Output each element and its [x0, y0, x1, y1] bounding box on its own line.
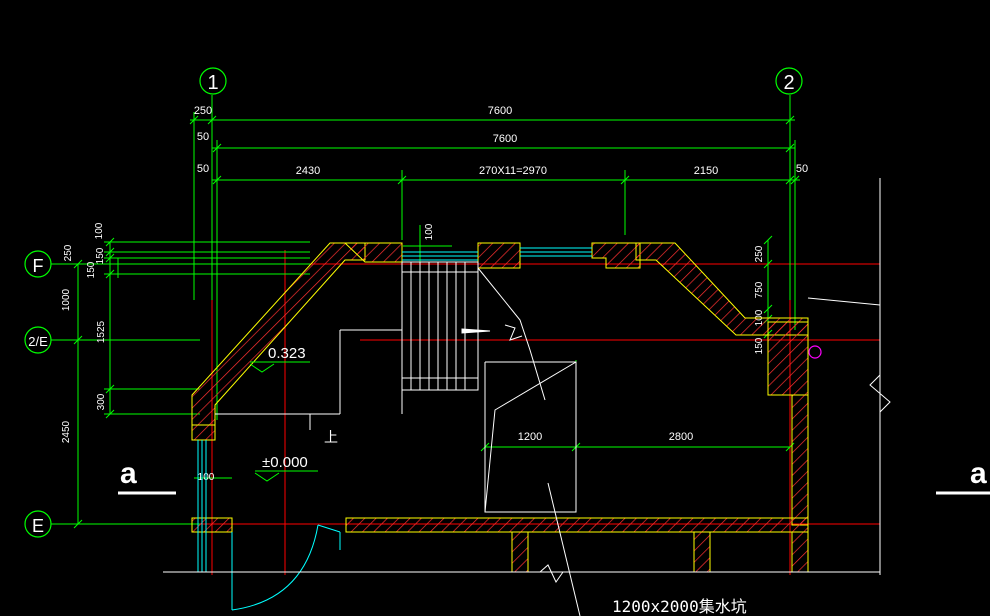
dim-r-750: 750	[754, 281, 765, 298]
axis-bubble-E: E	[24, 510, 52, 538]
dim-v-150b: 150	[86, 261, 97, 278]
svg-text:0.323: 0.323	[268, 345, 306, 362]
svg-text:F: F	[33, 256, 44, 276]
axis-lines	[60, 150, 880, 575]
dim-stair-run: 270X11=2970	[479, 165, 547, 177]
dim-v-1525: 1525	[96, 320, 107, 343]
elevation-marker-lower: ±0.000	[254, 454, 318, 482]
dim-v-300: 300	[96, 393, 107, 410]
section-marker-right: a	[936, 457, 990, 495]
dim-left-50-a: 50	[197, 131, 209, 143]
dim-v-250: 250	[63, 244, 74, 261]
dim-left-50-b: 50	[197, 163, 209, 175]
dim-2430: 2430	[296, 165, 320, 177]
axis-bubble-F: F	[24, 250, 52, 278]
svg-text:a: a	[970, 457, 987, 490]
axis-bubble-2E: 2/E	[24, 326, 52, 354]
window-glazing	[197, 247, 592, 610]
dim-left-250: 250	[194, 105, 212, 117]
sump-pit	[484, 361, 581, 616]
floor-plan-drawing: 1 2 F 2/E E 7600 7600 250 50 50 50 2430 …	[24, 67, 990, 616]
dim-right-50: 50	[796, 163, 808, 175]
axis-bubble-2: 2	[775, 67, 803, 95]
dim-v-2450: 2450	[61, 420, 72, 443]
svg-text:2/E: 2/E	[28, 334, 48, 349]
dim-2150: 2150	[694, 165, 718, 177]
dim-r-250: 250	[754, 245, 765, 262]
svg-text:2: 2	[783, 72, 794, 94]
stair-up-label: 上	[324, 429, 338, 445]
svg-text:E: E	[32, 516, 44, 536]
dim-1200: 1200	[518, 431, 542, 443]
svg-text:1: 1	[207, 72, 218, 94]
dim-2800: 2800	[669, 431, 693, 443]
dim-window-100: 100	[424, 223, 435, 240]
section-marker-left: a	[118, 457, 176, 495]
svg-text:a: a	[120, 457, 137, 490]
door-swing	[231, 524, 341, 611]
dim-v-100-top: 100	[94, 222, 105, 239]
dim-top-overall: 7600	[488, 105, 512, 117]
axis-bubble-1: 1	[199, 67, 227, 95]
dim-v-1000: 1000	[61, 288, 72, 311]
svg-text:±0.000: ±0.000	[262, 454, 308, 471]
dim-top-overall-2: 7600	[493, 133, 517, 145]
marker-circle	[808, 345, 822, 359]
dimension-lines	[72, 95, 800, 529]
dim-r-150: 150	[754, 337, 765, 354]
sump-pit-note: 1200x2000集水坑	[612, 597, 747, 616]
